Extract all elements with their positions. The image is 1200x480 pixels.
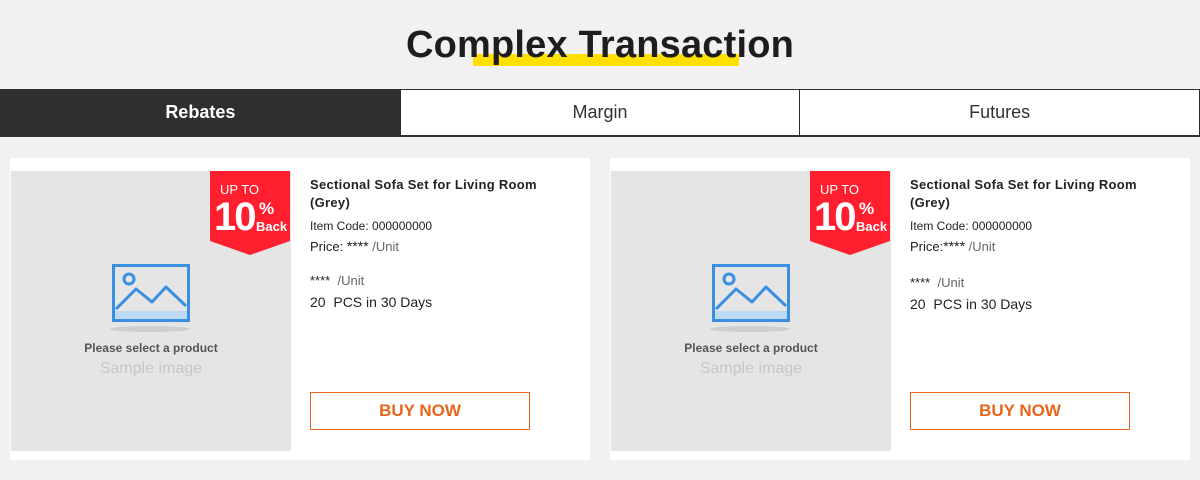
price-line: Price:**** /Unit — [910, 238, 1180, 254]
product-card: Please select a product Sample image UP … — [610, 158, 1190, 460]
quantity-value: 20 — [310, 294, 326, 310]
price-unit: /Unit — [968, 239, 996, 254]
image-icon-shadow — [110, 326, 190, 332]
tab-margin[interactable]: Margin — [400, 89, 801, 137]
price-label: Price: — [910, 239, 944, 254]
price-line: Price: **** /Unit — [310, 238, 580, 254]
item-code: Item Code: 000000000 — [910, 219, 1033, 233]
page-header: Complex Transaction — [0, 0, 1200, 90]
tab-bar: Rebates Margin Futures — [0, 89, 1200, 137]
rebate-value: **** — [310, 273, 331, 288]
product-info: Sectional Sofa Set for Living Room (Grey… — [910, 176, 1180, 312]
item-code: Item Code: 000000000 — [310, 219, 433, 233]
quantity-text: PCS in 30 Days — [333, 294, 433, 310]
rebate-line: **** /Unit — [910, 275, 1180, 290]
product-name[interactable]: Sectional Sofa Set for Living Room (Grey… — [310, 176, 580, 212]
price-value: **** — [346, 238, 369, 254]
rebate-badge: UP TO 10 % Back — [810, 171, 890, 255]
placeholder-subtext: Sample image — [99, 360, 203, 377]
image-icon — [112, 264, 190, 322]
badge-number: 10 — [814, 195, 856, 239]
badge-back: Back — [856, 219, 888, 234]
page-title: Complex Transaction — [406, 24, 794, 67]
product-name[interactable]: Sectional Sofa Set for Living Room (Grey… — [910, 176, 1180, 212]
placeholder-subtext: Sample image — [699, 360, 803, 377]
badge-number: 10 — [214, 195, 256, 239]
rebate-badge: UP TO 10 % Back — [210, 171, 290, 255]
price-label: Price: — [310, 239, 344, 254]
quantity-line: 20 PCS in 30 Days — [910, 296, 1180, 312]
quantity-value: 20 — [910, 296, 926, 312]
image-icon-shadow — [710, 326, 790, 332]
image-icon — [712, 264, 790, 322]
quantity-text: PCS in 30 Days — [933, 296, 1033, 312]
price-value: **** — [943, 238, 966, 254]
rebate-value: **** — [910, 275, 931, 290]
tab-futures[interactable]: Futures — [800, 89, 1200, 137]
rebate-line: **** /Unit — [310, 273, 580, 288]
buy-now-button[interactable]: BUY NOW — [310, 392, 530, 430]
page-title-text: Complex Transaction — [405, 24, 795, 66]
badge-percent: % — [259, 199, 275, 218]
badge-back: Back — [256, 219, 288, 234]
quantity-line: 20 PCS in 30 Days — [310, 294, 580, 310]
rebate-unit: /Unit — [937, 275, 965, 290]
badge-percent: % — [859, 199, 875, 218]
placeholder-text: Please select a product — [84, 341, 218, 355]
placeholder-text: Please select a product — [684, 341, 818, 355]
product-info: Sectional Sofa Set for Living Room (Grey… — [310, 176, 580, 310]
price-unit: /Unit — [372, 239, 400, 254]
buy-now-button[interactable]: BUY NOW — [910, 392, 1130, 430]
tab-rebates[interactable]: Rebates — [0, 89, 401, 137]
rebate-unit: /Unit — [337, 273, 365, 288]
product-card: Please select a product Sample image UP … — [10, 158, 590, 460]
